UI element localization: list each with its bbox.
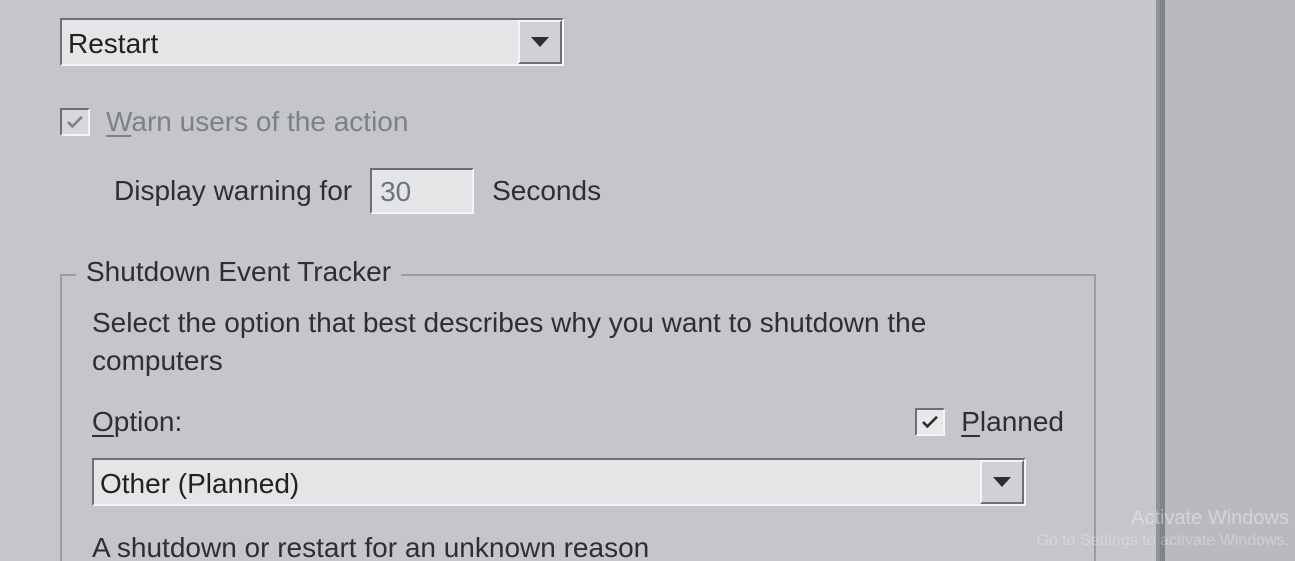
option-line: Option: Planned: [92, 406, 1064, 438]
warn-users-checkbox[interactable]: [60, 108, 90, 136]
planned-checkbox[interactable]: [915, 408, 945, 436]
warning-duration-row: Display warning for 30 Seconds: [114, 168, 1156, 214]
shutdown-dialog: Restart Warn users of the action Display…: [0, 0, 1160, 561]
option-label: Option:: [92, 406, 182, 438]
chevron-down-icon: [531, 37, 549, 47]
shutdown-event-tracker-group: Shutdown Event Tracker Select the option…: [60, 274, 1096, 561]
tracker-description: Select the option that best describes wh…: [92, 304, 1064, 380]
check-icon: [66, 115, 84, 129]
warn-users-row: Warn users of the action: [60, 106, 1156, 138]
reason-dropdown-value: Other (Planned): [94, 460, 980, 504]
action-dropdown[interactable]: Restart: [60, 18, 564, 66]
reason-dropdown-button[interactable]: [980, 460, 1024, 504]
action-dropdown-value: Restart: [62, 20, 518, 64]
warn-users-label: Warn users of the action: [106, 106, 408, 138]
chevron-down-icon: [993, 477, 1011, 487]
reason-description: A shutdown or restart for an unknown rea…: [92, 532, 1064, 561]
action-dropdown-button[interactable]: [518, 20, 562, 64]
warning-duration-label: Display warning for: [114, 175, 352, 207]
warning-seconds-unit: Seconds: [492, 175, 601, 207]
check-icon: [921, 415, 939, 429]
reason-dropdown[interactable]: Other (Planned): [92, 458, 1026, 506]
group-legend: Shutdown Event Tracker: [76, 256, 401, 288]
warning-seconds-input[interactable]: 30: [370, 168, 474, 214]
planned-label: Planned: [961, 406, 1064, 438]
